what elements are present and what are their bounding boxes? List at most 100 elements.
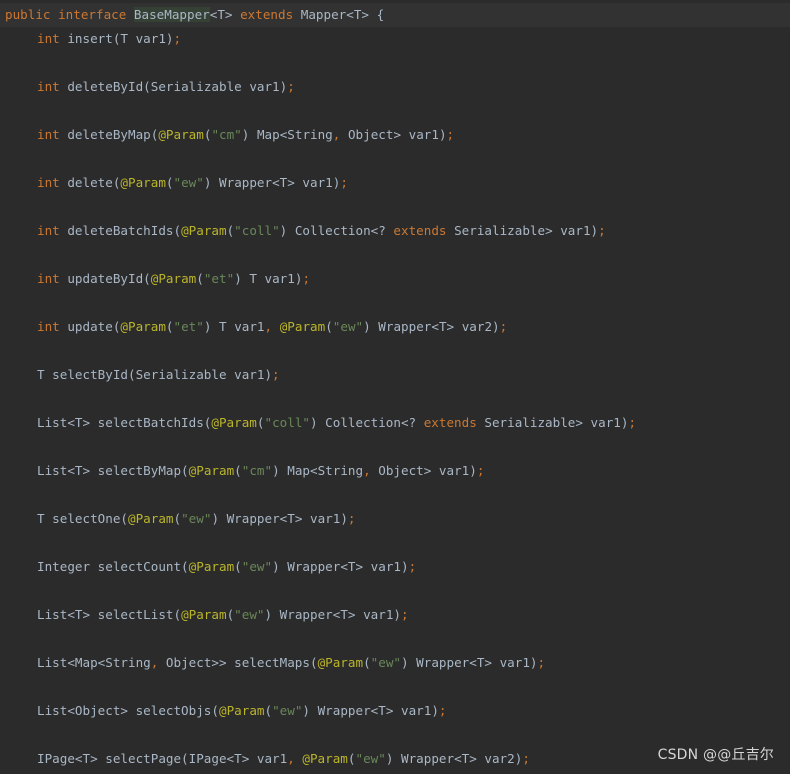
string-token: "ew" [181,511,212,526]
code-token: List<T> selectList( [37,607,182,622]
annotation-token: @Param [120,319,166,334]
punctuation-token: ; [438,703,447,718]
punctuation-token: , [363,463,379,478]
keyword-token: int [37,271,68,286]
punctuation-token: , [264,319,280,334]
method-signature-line[interactable]: Integer selectCount(@Param("ew") Wrapper… [37,555,416,579]
keyword-token: int [37,175,68,190]
csdn-watermark: CSDN @@丘吉尔 [657,747,774,763]
code-token: List<Object> selectObjs( [37,703,219,718]
annotation-token: @Param [188,559,235,574]
method-signature-line[interactable]: int insert(T var1); [37,27,181,51]
code-token: ( [234,559,242,574]
code-token: ( [165,319,174,334]
code-token: ( [173,511,182,526]
code-token: T selectOne( [37,511,128,526]
punctuation-token: ; [408,559,417,574]
punctuation-token: ; [537,655,546,670]
method-signature-line[interactable]: int updateById(@Param("et") T var1); [37,267,310,291]
code-token: ( [165,175,174,190]
code-token: ( [234,463,242,478]
annotation-token: @Param [188,463,235,478]
code-token: ) T var1 [203,319,265,334]
code-token: deleteBatchIds( [67,223,182,238]
method-signature-line[interactable]: List<T> selectList(@Param("ew") Wrapper<… [37,603,409,627]
code-token: ) Wrapper<T> var1) [302,703,439,718]
code-token: Mapper<T> { [300,7,385,22]
code-token: IPage<T> selectPage(IPage<T> var1 [37,751,288,766]
code-token: deleteByMap( [67,127,159,142]
string-token: "ew" [241,559,273,574]
keyword-token: int [37,31,68,46]
method-signature-line[interactable]: T selectOne(@Param("ew") Wrapper<T> var1… [37,507,356,531]
method-signature-line[interactable]: T selectById(Serializable var1); [37,363,280,387]
string-token: "ew" [332,319,364,334]
string-token: "cm" [211,127,242,142]
method-signature-line[interactable]: IPage<T> selectPage(IPage<T> var1, @Para… [37,747,530,771]
code-token: Serializable> var1) [454,223,599,238]
annotation-token: @Param [279,319,326,334]
code-token: ) Map<String [272,463,364,478]
code-token: ) Wrapper<T> var1) [401,655,538,670]
code-token: ) Wrapper<T> var1) [272,559,409,574]
string-token: "et" [203,271,235,286]
code-token: ( [196,271,204,286]
string-token: "cm" [241,463,273,478]
code-token: delete( [67,175,121,190]
code-token: T selectById(Serializable var1) [37,367,273,382]
code-token: ) T var1) [234,271,303,286]
code-token: List<Map<String [37,655,151,670]
method-signature-line[interactable]: int update(@Param("et") T var1, @Param("… [37,315,507,339]
punctuation-token: ; [400,607,409,622]
punctuation-token: , [287,751,303,766]
punctuation-token: ; [347,511,356,526]
method-signature-line[interactable]: int deleteBatchIds(@Param("coll") Collec… [37,219,606,243]
punctuation-token: ; [628,415,637,430]
annotation-token: @Param [181,607,227,622]
string-token: "coll" [264,415,310,430]
interface-declaration-line[interactable]: public interface BaseMapper<T> extends M… [0,3,790,27]
code-token: ) Wrapper<T> var1) [203,175,341,190]
annotation-token: @Param [158,127,204,142]
code-editor[interactable]: public interface BaseMapper<T> extends M… [0,0,790,774]
keyword-token: int [37,127,68,142]
code-token: deleteById(Serializable var1) [67,79,288,94]
punctuation-token: ; [499,319,508,334]
code-token: <T> [209,7,241,22]
annotation-token: @Param [218,703,265,718]
code-token: Integer selectCount( [37,559,189,574]
string-token: "ew" [234,607,265,622]
method-signature-line[interactable]: List<Map<String, Object>> selectMaps(@Pa… [37,651,545,675]
punctuation-token: ; [446,127,455,142]
method-signature-line[interactable]: int delete(@Param("ew") Wrapper<T> var1)… [37,171,348,195]
keyword-token: int [37,79,68,94]
string-token: "coll" [234,223,280,238]
annotation-token: @Param [302,751,348,766]
code-token: List<T> selectByMap( [37,463,189,478]
annotation-token: @Param [128,511,174,526]
string-token: "ew" [272,703,303,718]
punctuation-token: , [332,127,348,142]
code-token: ( [363,655,371,670]
code-token: ) Map<String [241,127,333,142]
code-token: ) Wrapper<T> var1) [264,607,401,622]
method-signature-line[interactable]: int deleteById(Serializable var1); [37,75,295,99]
punctuation-token: ; [302,271,311,286]
code-token: updateById( [67,271,151,286]
method-signature-line[interactable]: List<Object> selectObjs(@Param("ew") Wra… [37,699,447,723]
method-signature-line[interactable]: List<T> selectBatchIds(@Param("coll") Co… [37,411,636,435]
code-token: Serializable> var1) [484,415,629,430]
annotation-token: @Param [150,271,197,286]
code-token: insert(T var1) [67,31,174,46]
punctuation-token: ; [287,79,295,94]
method-signature-line[interactable]: int deleteByMap(@Param("cm") Map<String,… [37,123,454,147]
method-signature-line[interactable]: List<T> selectByMap(@Param("cm") Map<Str… [37,459,484,483]
code-token: List<T> selectBatchIds( [37,415,212,430]
code-token: ( [264,703,273,718]
annotation-token: @Param [120,175,166,190]
punctuation-token: ; [522,751,530,766]
code-token: ) Wrapper<T> var1) [211,511,348,526]
punctuation-token: ; [272,367,280,382]
punctuation-token: ; [340,175,348,190]
string-token: "ew" [370,655,401,670]
